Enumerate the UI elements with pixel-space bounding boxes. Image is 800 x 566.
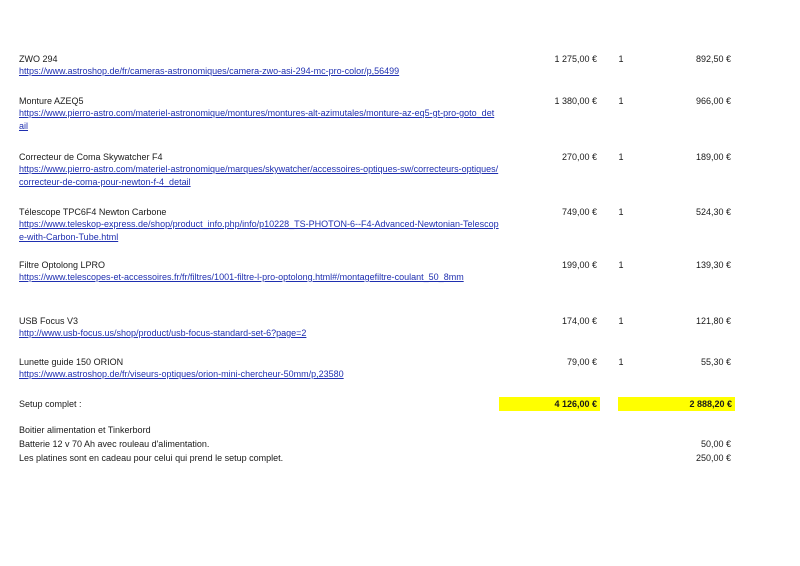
summary-price: 4 126,00 € [499, 397, 600, 411]
item-name: Correcteur de Coma Skywatcher F4 [19, 152, 163, 162]
item-price: 79,00 € [566, 357, 597, 367]
item-price: 1 380,00 € [554, 96, 597, 106]
item-price: 1 275,00 € [554, 54, 597, 64]
item-total: 524,30 € [695, 207, 731, 217]
note-row: Boitier alimentation et Tinkerbord [19, 424, 719, 436]
item-name: Télescope TPC6F4 Newton Carbone [19, 207, 167, 217]
item-quantity: 1 [618, 207, 624, 217]
item-total: 892,50 € [695, 54, 731, 64]
note-row: Les platines sont en cadeau pour celui q… [19, 452, 731, 464]
note-text: Batterie 12 v 70 Ah avec rouleau d'alime… [19, 439, 210, 449]
item-total: 139,30 € [695, 260, 731, 270]
item-name: Monture AZEQ5 [19, 96, 84, 106]
item-link[interactable]: https://www.pierro-astro.com/materiel-as… [19, 163, 499, 189]
item-price: 199,00 € [561, 260, 597, 270]
item-price: 174,00 € [561, 316, 597, 326]
item-name: Lunette guide 150 ORION [19, 357, 124, 367]
summary-total: 2 888,20 € [618, 397, 735, 411]
note-text: Boitier alimentation et Tinkerbord [19, 425, 151, 435]
item-quantity: 1 [618, 357, 624, 367]
item-name: ZWO 294 [19, 54, 58, 64]
item-quantity: 1 [618, 54, 624, 64]
item-link[interactable]: https://www.astroshop.de/fr/viseurs-opti… [19, 368, 499, 381]
item-quantity: 1 [618, 96, 624, 106]
item-name: Filtre Optolong LPRO [19, 260, 106, 270]
item-quantity: 1 [618, 152, 624, 162]
item-link[interactable]: https://www.pierro-astro.com/materiel-as… [19, 107, 499, 133]
note-amount: 50,00 € [700, 439, 731, 449]
item-link[interactable]: https://www.teleskop-express.de/shop/pro… [19, 218, 499, 244]
spreadsheet-page: ZWO 294 https://www.astroshop.de/fr/came… [0, 0, 800, 566]
note-text: Les platines sont en cadeau pour celui q… [19, 453, 284, 463]
summary-row: Setup complet : 4 126,00 € 2 888,20 € [19, 397, 735, 411]
summary-label: Setup complet : [19, 399, 82, 409]
note-amount: 250,00 € [695, 453, 731, 463]
item-total: 55,30 € [700, 357, 731, 367]
note-row: Batterie 12 v 70 Ah avec rouleau d'alime… [19, 438, 731, 450]
item-quantity: 1 [618, 316, 624, 326]
item-link[interactable]: https://www.telescopes-et-accessoires.fr… [19, 271, 499, 284]
item-total: 966,00 € [695, 96, 731, 106]
item-link[interactable]: http://www.usb-focus.us/shop/product/usb… [19, 327, 499, 340]
item-total: 121,80 € [695, 316, 731, 326]
item-name: USB Focus V3 [19, 316, 79, 326]
item-total: 189,00 € [695, 152, 731, 162]
item-price: 749,00 € [561, 207, 597, 217]
item-quantity: 1 [618, 260, 624, 270]
item-link[interactable]: https://www.astroshop.de/fr/cameras-astr… [19, 65, 499, 78]
item-price: 270,00 € [561, 152, 597, 162]
